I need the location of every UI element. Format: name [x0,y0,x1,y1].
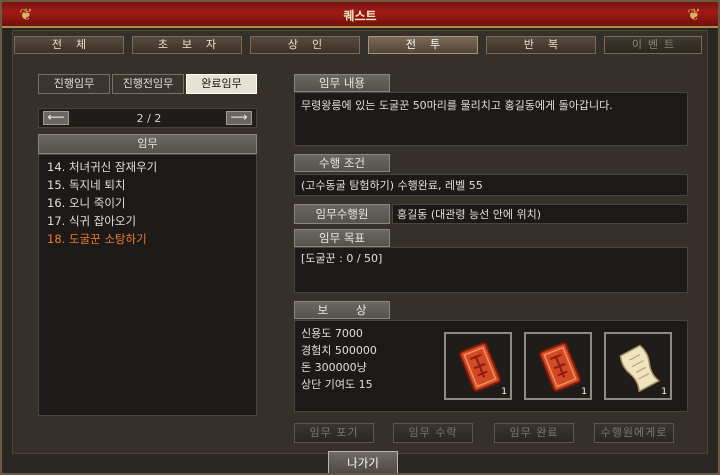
quest-item-selected[interactable]: 18. 도굴꾼 소탕하기 [47,231,147,249]
goal-box: [도굴꾼 : 0 / 50] [294,247,688,293]
quest-item[interactable]: 17. 식귀 잡아오기 [47,213,136,231]
subtab-completed[interactable]: 완료임무 [186,74,257,94]
quest-item[interactable]: 15. 독지네 퇴치 [47,177,126,195]
reward-label: 보 상 [294,301,390,319]
scroll-icon [619,344,661,393]
complete-quest-button[interactable]: 임무 완료 [494,423,574,443]
page-navigator: ⟵ 2 / 2 ⟶ [38,108,257,128]
tab-combat[interactable]: 전투 [368,36,478,54]
quest-list-pane: 진행임무 진행전임무 완료임무 ⟵ 2 / 2 ⟶ 임무 14. 처녀귀신 잠재… [38,74,257,416]
tab-beginner[interactable]: 초보자 [132,36,242,54]
quest-item[interactable]: 14. 처녀귀신 잠재우기 [47,159,157,177]
quest-content-label: 임무 내용 [294,74,390,92]
reward-item-slot[interactable]: 1 [604,332,672,400]
reward-item-slot[interactable]: 1 [444,332,512,400]
ornament-right-icon: ❦ [687,5,701,24]
npc-label: 임무수행원 [294,204,390,224]
item-count: 1 [581,387,587,397]
talisman-icon [539,342,581,392]
title-bar[interactable]: ❦ 퀘스트 ❦ [2,2,718,28]
tab-repeat[interactable]: 반복 [486,36,596,54]
condition-box: (고수동굴 탐험하기) 수행완료, 레벨 55 [294,174,688,196]
quest-item[interactable]: 16. 오니 죽이기 [47,195,126,213]
next-page-button[interactable]: ⟶ [226,111,252,125]
item-count: 1 [501,387,507,397]
talisman-icon [459,342,501,392]
window-title: 퀘스트 [343,9,377,23]
reward-item-slot[interactable]: 1 [524,332,592,400]
item-count: 1 [661,387,667,397]
npc-box: 홍길동 (대관령 능선 안에 위치) [392,204,688,224]
tab-event[interactable]: 이벤트 [604,36,702,54]
condition-label: 수행 조건 [294,154,390,172]
tab-merchant[interactable]: 상인 [250,36,360,54]
quest-list: 14. 처녀귀신 잠재우기 15. 독지네 퇴치 16. 오니 죽이기 17. … [38,154,257,416]
quest-list-header: 임무 [38,134,257,154]
page-indicator: 2 / 2 [136,112,162,125]
abandon-quest-button[interactable]: 임무 포기 [294,423,374,443]
quest-content-box: 무령왕릉에 있는 도굴꾼 50마리를 물리치고 홍길동에게 돌아갑니다. [294,92,688,146]
category-tabs: 전체 초보자 상인 전투 반복 이벤트 [14,36,706,56]
prev-page-button[interactable]: ⟵ [43,111,69,125]
subtab-in-progress[interactable]: 진행임무 [38,74,110,94]
quest-window: ❦ 퀘스트 ❦ 전체 초보자 상인 전투 반복 이벤트 진행임무 진행전임무 완… [0,0,720,475]
tab-all[interactable]: 전체 [14,36,124,54]
accept-quest-button[interactable]: 임무 수락 [393,423,473,443]
goal-label: 임무 목표 [294,229,390,247]
go-to-npc-button[interactable]: 수행원에게로 [594,423,674,443]
subtab-not-started[interactable]: 진행전임무 [112,74,184,94]
exit-button[interactable]: 나가기 [328,451,398,473]
